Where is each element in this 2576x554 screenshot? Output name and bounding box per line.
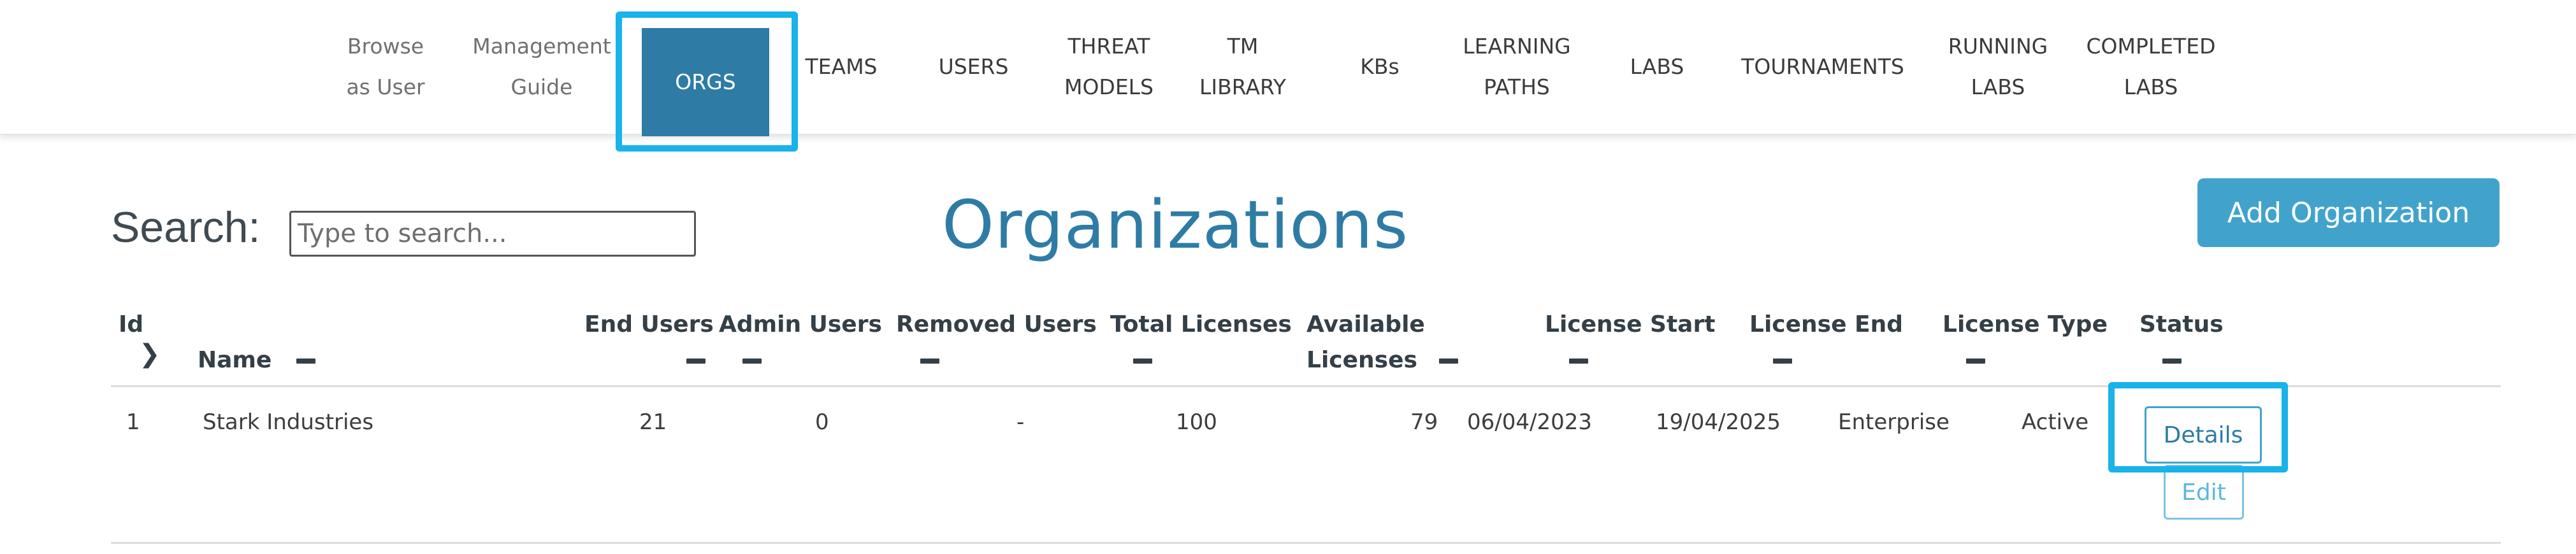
details-button[interactable]: Details (2145, 406, 2262, 464)
row-divider (111, 542, 2501, 544)
col-header-id[interactable]: Id (119, 307, 143, 343)
col-header-license-start[interactable]: License Start (1545, 307, 1715, 343)
col-header-license-type[interactable]: License Type (1943, 307, 2108, 343)
nav-teams[interactable]: TEAMS (790, 0, 892, 134)
sort-dash-icon[interactable] (2162, 359, 2182, 364)
nav-browse-as-user[interactable]: Browse as User (325, 0, 446, 134)
nav-threat-models[interactable]: THREAT MODELS (1045, 0, 1173, 134)
col-header-status[interactable]: Status (2139, 307, 2224, 343)
nav-tm-library[interactable]: TM LIBRARY (1185, 0, 1300, 134)
nav-completed-labs[interactable]: COMPLETED LABS (2074, 0, 2227, 134)
cell-status: Active (2022, 409, 2089, 435)
nav-orgs[interactable]: ORGS (642, 28, 769, 136)
cell-name: Stark Industries (203, 409, 374, 435)
sort-dash-icon[interactable] (686, 359, 706, 364)
nav-labs[interactable]: LABS (1612, 0, 1702, 134)
cell-id: 1 (126, 409, 140, 435)
edit-button[interactable]: Edit (2164, 465, 2244, 520)
sort-dash-icon[interactable] (296, 359, 315, 364)
cell-end-users: 21 (639, 409, 667, 435)
col-header-end-users[interactable]: End Users (584, 307, 714, 343)
nav-users[interactable]: USERS (924, 0, 1023, 134)
sort-dash-icon[interactable] (920, 359, 939, 364)
cell-admin-users: 0 (815, 409, 829, 435)
col-header-available-licenses[interactable]: Available (1306, 307, 1425, 343)
col-header-total-licenses[interactable]: Total Licenses (1110, 307, 1292, 343)
cell-license-type: Enterprise (1838, 409, 1950, 435)
nav-management-guide[interactable]: Management Guide (456, 0, 628, 134)
search-label: Search: (111, 203, 261, 252)
sort-dash-icon[interactable] (1569, 359, 1588, 364)
search-input[interactable] (289, 211, 696, 257)
cell-available-licenses: 79 (1410, 409, 1438, 435)
cell-license-start: 06/04/2023 (1467, 409, 1592, 435)
col-header-available-licenses-line2[interactable]: Licenses (1306, 343, 1417, 378)
add-organization-button[interactable]: Add Organization (2197, 178, 2500, 247)
sort-dash-icon[interactable] (1133, 359, 1152, 364)
col-header-license-end[interactable]: License End (1749, 307, 1903, 343)
cell-removed-users: - (1017, 409, 1025, 435)
nav-kbs[interactable]: KBs (1329, 0, 1431, 134)
cell-license-end: 19/04/2025 (1656, 409, 1781, 435)
col-header-name[interactable]: Name (198, 343, 271, 378)
nav-learning-paths[interactable]: LEARNING PATHS (1447, 0, 1587, 134)
sort-dash-icon[interactable] (1773, 359, 1792, 364)
sort-dash-icon[interactable] (1439, 359, 1458, 364)
nav-tournaments[interactable]: TOURNAMENTS (1727, 0, 1918, 134)
sort-dash-icon[interactable] (742, 359, 762, 364)
nav-running-labs[interactable]: RUNNING LABS (1934, 0, 2062, 134)
top-navigation: Browse as User Management Guide ORGS TEA… (0, 0, 2576, 136)
sort-dash-icon[interactable] (1966, 359, 1985, 364)
header-divider (111, 385, 2501, 387)
page-title: Organizations (942, 186, 1409, 264)
col-header-admin-users[interactable]: Admin Users (719, 307, 882, 343)
col-header-removed-users[interactable]: Removed Users (896, 307, 1097, 343)
chevron-down-icon[interactable]: ❯ (139, 339, 161, 369)
cell-total-licenses: 100 (1176, 409, 1217, 435)
